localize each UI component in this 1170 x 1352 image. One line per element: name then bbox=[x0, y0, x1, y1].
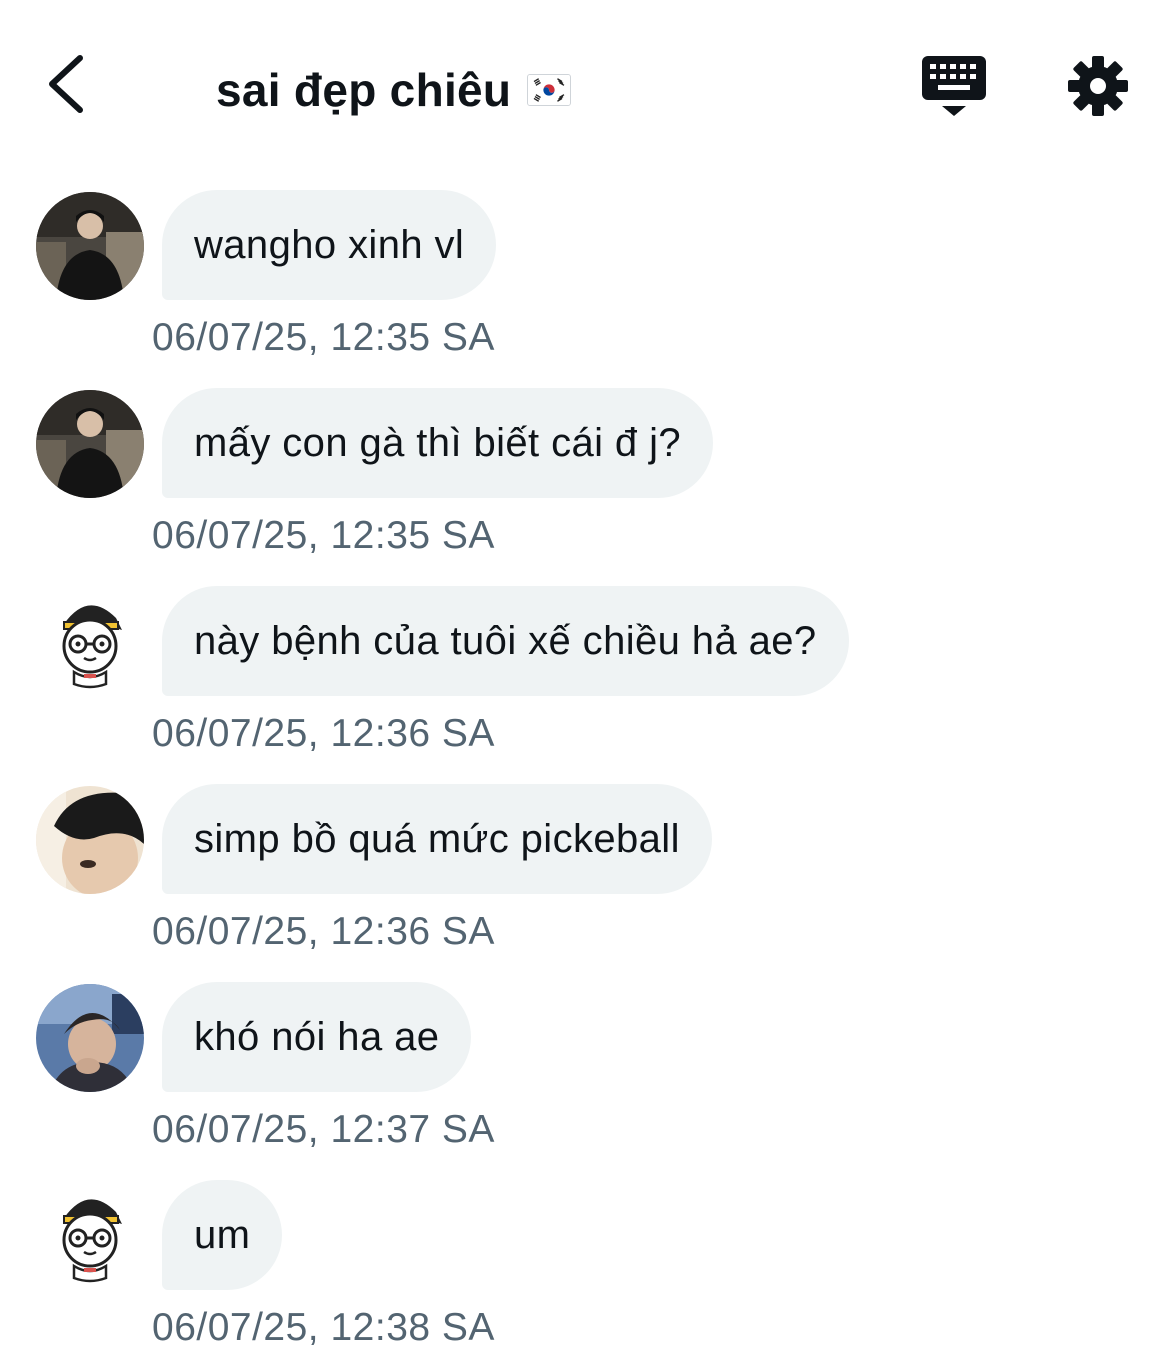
sender-avatar[interactable] bbox=[36, 390, 144, 498]
photo-avatar-blue bbox=[36, 984, 144, 1092]
conversation-title-wrap[interactable]: sai đẹp chiêu bbox=[216, 58, 572, 122]
sender-avatar[interactable] bbox=[36, 192, 144, 300]
message-text: này bệnh của tuôi xế chiều hả ae? bbox=[194, 618, 817, 663]
chevron-left-icon bbox=[49, 55, 83, 113]
conversation-title: sai đẹp chiêu bbox=[216, 64, 512, 116]
message-row: simp bồ quá mức pickeball 06/07/25, 12:3… bbox=[0, 784, 1170, 982]
message-row: wangho xinh vl 06/07/25, 12:35 SA bbox=[0, 190, 1170, 388]
keyboard-shortcuts-icon bbox=[922, 56, 986, 116]
message-bubble[interactable]: wangho xinh vl bbox=[162, 190, 497, 300]
settings-button[interactable] bbox=[1066, 54, 1130, 118]
message-timestamp: 06/07/25, 12:35 SA bbox=[152, 316, 495, 359]
message-row: khó nói ha ae 06/07/25, 12:37 SA bbox=[0, 982, 1170, 1180]
sender-avatar[interactable] bbox=[36, 588, 144, 696]
message-row: này bệnh của tuôi xế chiều hả ae? 06/07/… bbox=[0, 586, 1170, 784]
message-row: mấy con gà thì biết cái đ j? 06/07/25, 1… bbox=[0, 388, 1170, 586]
message-bubble[interactable]: um bbox=[162, 1180, 283, 1290]
message-text: simp bồ quá mức pickeball bbox=[194, 816, 680, 861]
message-bubble[interactable]: khó nói ha ae bbox=[162, 982, 472, 1092]
message-text: wangho xinh vl bbox=[194, 222, 465, 267]
photo-avatar-face bbox=[36, 786, 144, 894]
message-bubble[interactable]: này bệnh của tuôi xế chiều hả ae? bbox=[162, 586, 849, 696]
sender-avatar[interactable] bbox=[36, 984, 144, 1092]
message-row: um 06/07/25, 12:38 SA bbox=[0, 1180, 1170, 1352]
message-timestamp: 06/07/25, 12:37 SA bbox=[152, 1108, 495, 1151]
message-text: um bbox=[194, 1212, 251, 1257]
photo-avatar-dark bbox=[36, 390, 144, 498]
back-button[interactable] bbox=[40, 48, 96, 120]
keyboard-shortcuts-button[interactable] bbox=[920, 52, 988, 120]
conversation-header: sai đẹp chiêu bbox=[0, 0, 1170, 175]
message-bubble[interactable]: mấy con gà thì biết cái đ j? bbox=[162, 388, 714, 498]
message-timestamp: 06/07/25, 12:36 SA bbox=[152, 712, 495, 755]
cartoon-avatar bbox=[36, 1182, 144, 1290]
message-text: mấy con gà thì biết cái đ j? bbox=[194, 420, 682, 465]
sender-avatar[interactable] bbox=[36, 1182, 144, 1290]
sender-avatar[interactable] bbox=[36, 786, 144, 894]
message-timestamp: 06/07/25, 12:36 SA bbox=[152, 910, 495, 953]
message-bubble[interactable]: simp bồ quá mức pickeball bbox=[162, 784, 712, 894]
message-timestamp: 06/07/25, 12:38 SA bbox=[152, 1306, 495, 1349]
photo-avatar-dark bbox=[36, 192, 144, 300]
message-text: khó nói ha ae bbox=[194, 1014, 440, 1059]
cartoon-avatar bbox=[36, 588, 144, 696]
gear-icon bbox=[1068, 56, 1128, 116]
south-korea-flag-icon bbox=[527, 74, 572, 106]
message-timestamp: 06/07/25, 12:35 SA bbox=[152, 514, 495, 557]
